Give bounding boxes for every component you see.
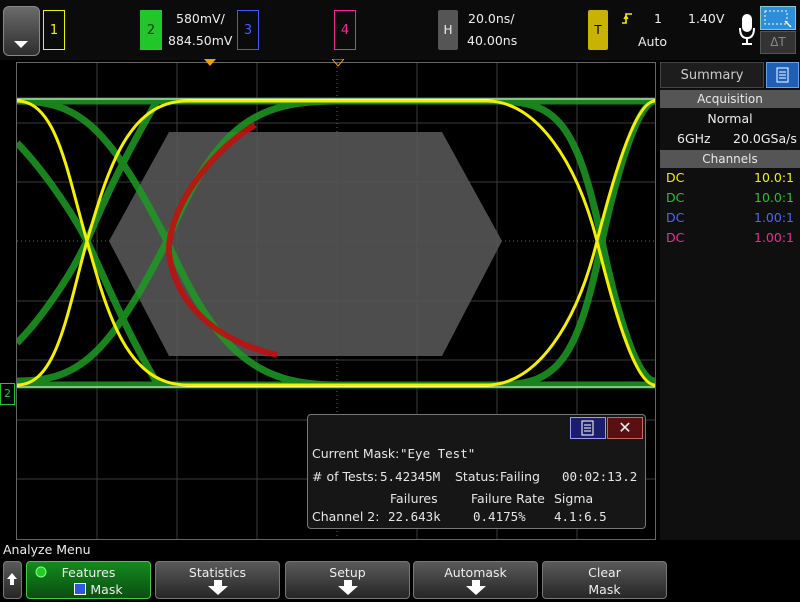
list-icon bbox=[581, 420, 594, 436]
ch2-offset: 884.50mV bbox=[168, 33, 233, 48]
current-mask-label: Current Mask: bbox=[312, 446, 400, 461]
trigger-mode: Auto bbox=[638, 34, 668, 49]
sigma-header: Sigma bbox=[554, 491, 594, 506]
panel-menu-button[interactable] bbox=[766, 62, 799, 88]
ch2-scale: 580mV/ bbox=[176, 11, 225, 26]
timebase-value: 20.0ns/ bbox=[468, 11, 515, 26]
failure-rate-value: 0.4175% bbox=[473, 509, 526, 524]
automask-label: Automask bbox=[444, 565, 507, 580]
features-value: Mask bbox=[47, 582, 150, 597]
dialog-menu-button[interactable] bbox=[570, 417, 606, 439]
acquisition-header: Acquisition bbox=[660, 90, 800, 108]
horizontal-position: 40.00ns bbox=[467, 33, 518, 48]
channel-3-button[interactable]: 3 bbox=[237, 10, 259, 50]
trigger-position-marker bbox=[204, 59, 216, 66]
sample-rate: 20.0GSa/s bbox=[733, 131, 797, 146]
setup-label: Setup bbox=[329, 565, 366, 580]
channel-coupling: DC bbox=[666, 210, 685, 225]
mask-indicator-icon bbox=[74, 583, 87, 595]
arrow-up-icon bbox=[7, 573, 17, 585]
features-label: Features bbox=[61, 565, 116, 580]
list-icon bbox=[776, 67, 789, 83]
trigger-button[interactable]: T bbox=[588, 10, 608, 50]
submenu-arrow-icon bbox=[466, 580, 486, 595]
channel-probe-ratio: 1.00:1 bbox=[754, 230, 794, 245]
submenu-arrow-icon bbox=[338, 580, 358, 595]
mask-test-dialog: ✕ Current Mask: "Eye Test" # of Tests: 5… bbox=[307, 414, 646, 529]
failures-header: Failures bbox=[390, 491, 438, 506]
channel-coupling: DC bbox=[666, 190, 685, 205]
channel-4-button[interactable]: 4 bbox=[334, 10, 356, 50]
status-label: Status: bbox=[455, 469, 500, 484]
automask-softkey[interactable]: Automask bbox=[413, 561, 538, 599]
statistics-softkey[interactable]: Statistics bbox=[155, 561, 280, 599]
trigger-level: 1.40V bbox=[688, 11, 725, 26]
clear-label: Clear bbox=[588, 565, 621, 580]
channel-1-button[interactable]: 1 bbox=[43, 10, 65, 50]
channel-2-button[interactable]: 2 bbox=[140, 10, 162, 50]
summary-tab[interactable]: Summary bbox=[660, 62, 764, 88]
channel-coupling: DC bbox=[666, 230, 685, 245]
horizontal-button[interactable]: H bbox=[438, 10, 458, 50]
channel-probe-ratio: 1.00:1 bbox=[754, 210, 794, 225]
trigger-source: 1 bbox=[654, 11, 662, 26]
features-softkey[interactable]: Features Mask bbox=[26, 561, 151, 599]
bandwidth: 6GHz bbox=[677, 131, 711, 146]
status-value: Failing bbox=[500, 469, 540, 484]
failure-rate-header: Failure Rate bbox=[471, 491, 545, 506]
status-bar: 1 2 580mV/ 884.50mV 3 4 H 20.0ns/ 40.00n… bbox=[0, 0, 800, 60]
delta-t-button[interactable]: ΔT bbox=[760, 31, 796, 54]
failures-value: 22.643k bbox=[388, 509, 441, 524]
channel-2-row-label: Channel 2: bbox=[312, 509, 380, 524]
channels-header: Channels bbox=[660, 150, 800, 168]
channel-coupling: DC bbox=[666, 170, 685, 185]
statistics-label: Statistics bbox=[188, 565, 247, 580]
time-reference-marker bbox=[332, 59, 344, 67]
close-icon[interactable]: ✕ bbox=[607, 417, 643, 439]
zoom-box-button[interactable] bbox=[760, 6, 796, 30]
sigma-value: 4.1:6.5 bbox=[554, 509, 607, 524]
summary-panel: Summary Acquisition Normal 6GHz 20.0GSa/… bbox=[660, 62, 800, 540]
microphone-icon[interactable] bbox=[738, 12, 756, 48]
chevron-down-icon bbox=[14, 41, 28, 48]
tests-value: 5.42345M bbox=[380, 469, 441, 484]
channel-2-ground-marker[interactable]: 2 bbox=[0, 383, 15, 405]
clear-label-2: Mask bbox=[588, 582, 621, 597]
channel-probe-ratio: 10.0:1 bbox=[754, 170, 794, 185]
current-mask-value: "Eye Test" bbox=[400, 446, 476, 461]
submenu-arrow-icon bbox=[208, 580, 228, 595]
features-value-label: Mask bbox=[90, 582, 123, 597]
channel-probe-ratio: 10.0:1 bbox=[754, 190, 794, 205]
elapsed-time: 00:02:13.2 bbox=[562, 469, 638, 484]
tests-label: # of Tests: bbox=[312, 469, 378, 484]
main-menu-button[interactable] bbox=[3, 6, 40, 56]
setup-softkey[interactable]: Setup bbox=[285, 561, 410, 599]
clear-mask-softkey[interactable]: Clear Mask bbox=[542, 561, 667, 599]
rising-edge-icon bbox=[622, 13, 632, 24]
zoom-box-icon bbox=[764, 10, 792, 28]
menu-title: Analyze Menu bbox=[3, 542, 91, 557]
back-button[interactable] bbox=[3, 561, 22, 599]
acquisition-mode: Normal bbox=[707, 111, 753, 126]
